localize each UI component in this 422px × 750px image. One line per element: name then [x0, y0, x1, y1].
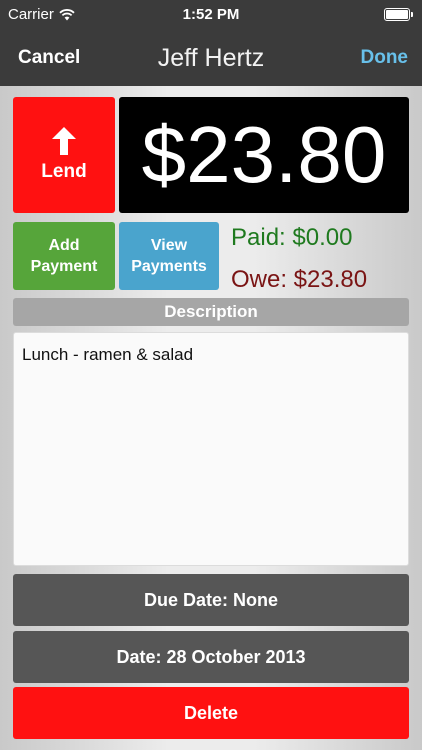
nav-bar: Cancel Jeff Hertz Done: [0, 30, 422, 86]
arrow-up-icon: [52, 127, 76, 155]
add-payment-label-2: Payment: [30, 258, 98, 275]
add-payment-label-1: Add: [48, 237, 80, 254]
description-input[interactable]: Lunch - ramen & salad: [13, 332, 409, 566]
view-payments-label-2: Payments: [131, 258, 207, 275]
owe-amount: Owe: $23.80: [231, 266, 368, 293]
status-bar: Carrier 1:52 PM: [0, 0, 422, 30]
page-title: Jeff Hertz: [157, 44, 265, 72]
view-payments-label-1: View: [150, 237, 188, 254]
view-payments-button[interactable]: View Payments: [119, 222, 219, 290]
amount-display[interactable]: $23.80: [119, 97, 409, 213]
status-time: 1:52 PM: [182, 6, 240, 23]
done-button[interactable]: Done: [361, 47, 409, 69]
lend-label: Lend: [41, 161, 87, 182]
description-header: Description: [13, 298, 409, 326]
paid-amount: Paid: $0.00: [231, 224, 353, 251]
due-date-button[interactable]: Due Date: None: [13, 574, 409, 626]
delete-button[interactable]: Delete: [13, 687, 409, 739]
lend-toggle-button[interactable]: Lend: [13, 97, 115, 213]
add-payment-button[interactable]: Add Payment: [13, 222, 115, 290]
date-button[interactable]: Date: 28 October 2013: [13, 631, 409, 683]
battery-icon: [384, 8, 413, 21]
